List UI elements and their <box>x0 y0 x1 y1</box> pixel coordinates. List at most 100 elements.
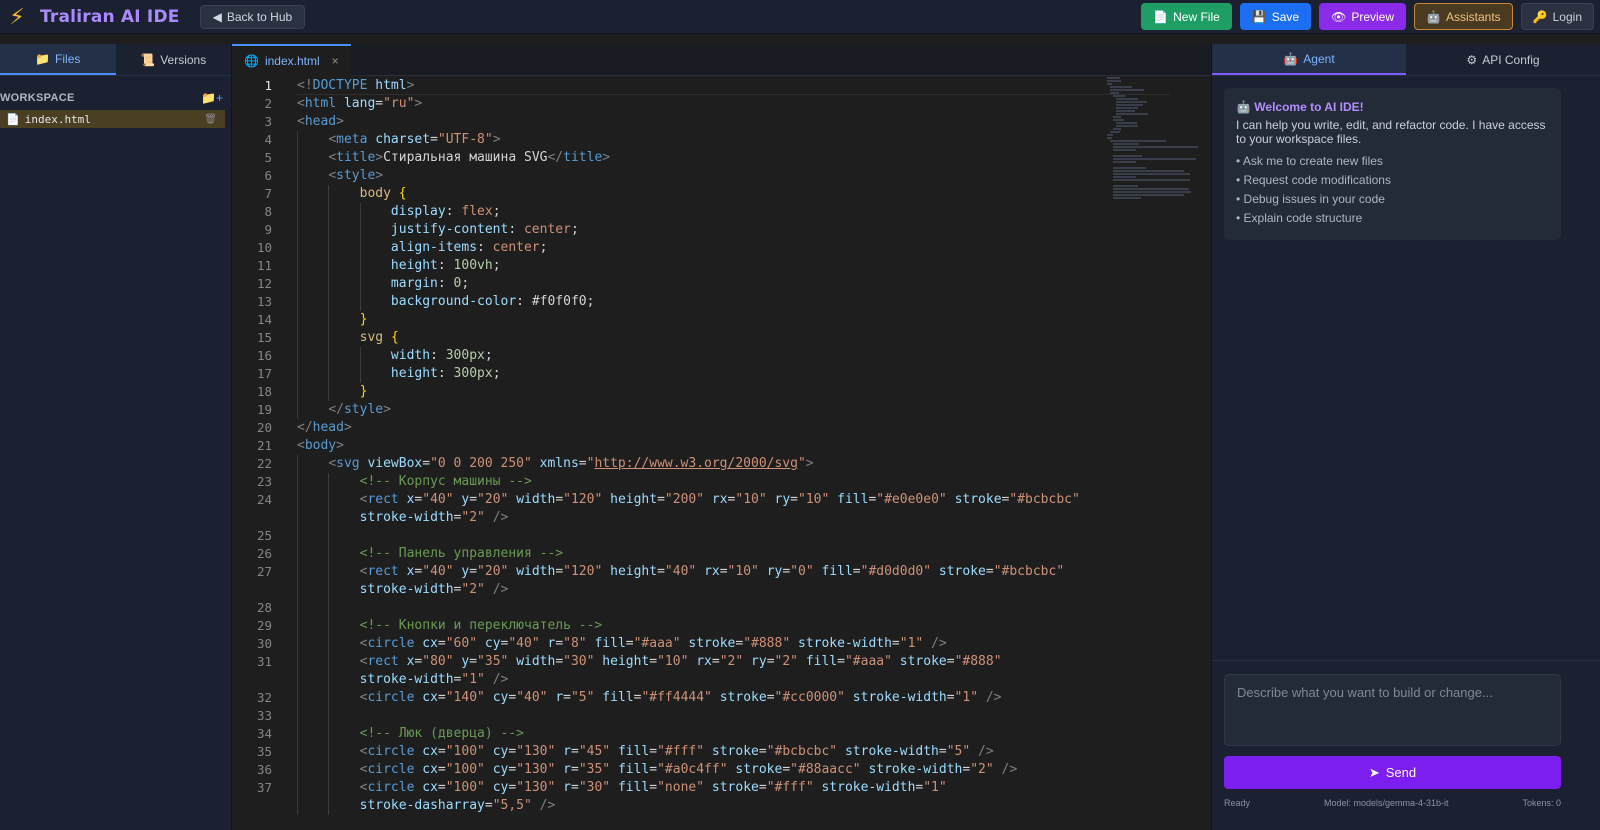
code-line[interactable]: <rect x="40" y="20" width="120" height="… <box>297 563 1102 581</box>
folder-plus-icon[interactable]: 📁+ <box>201 91 223 105</box>
code-token: { <box>390 330 399 345</box>
code-line[interactable]: <circle cx="100" cy="130" r="45" fill="#… <box>297 743 1102 761</box>
code-token: style <box>343 402 384 417</box>
document-icon: 📄 <box>1153 9 1169 24</box>
close-icon[interactable]: × <box>332 54 339 68</box>
trash-icon[interactable]: 🗑 <box>204 114 217 125</box>
code-token: circle <box>367 636 423 651</box>
minimap[interactable] <box>1107 77 1198 199</box>
code-line[interactable]: <circle cx="100" cy="130" r="30" fill="n… <box>297 779 1102 797</box>
code-token: = <box>555 654 564 669</box>
scroll-icon: 📜 <box>140 52 156 67</box>
assistants-button[interactable]: 🤖 Assistants <box>1414 3 1513 30</box>
code-line[interactable]: justify-content: center; <box>297 221 1102 239</box>
line-number: 24 <box>256 492 272 507</box>
code-token: "#bcbcbc" <box>993 564 1065 579</box>
code-line[interactable]: margin: 0; <box>297 275 1102 293</box>
code-line[interactable]: <circle cx="60" cy="40" r="8" fill="#aaa… <box>297 635 1102 653</box>
preview-button[interactable]: 👁 Preview <box>1319 3 1407 30</box>
code-line[interactable]: <svg viewBox="0 0 200 250" xmlns="http:/… <box>297 455 1102 473</box>
code-token: cx <box>422 690 438 705</box>
send-button[interactable]: ➤ Send <box>1224 756 1561 789</box>
code-line[interactable]: <html lang="ru"> <box>297 95 1102 113</box>
minimap-line <box>1113 95 1125 97</box>
code-line[interactable]: <!-- Корпус машины --> <box>297 473 1102 491</box>
file-item-index-html[interactable]: 📄 index.html 🗑 <box>0 110 225 128</box>
code-line[interactable]: } <box>297 311 1102 329</box>
line-number <box>232 671 272 689</box>
preview-label: Preview <box>1351 9 1395 24</box>
code-line[interactable]: height: 100vh; <box>297 257 1102 275</box>
code-token: < <box>328 456 337 471</box>
code-token: "140" <box>445 690 493 705</box>
code-token: "1" <box>461 672 493 687</box>
code-line[interactable]: </head> <box>297 419 1102 437</box>
chat-input[interactable]: Describe what you want to build or chang… <box>1224 674 1561 746</box>
code-token: title <box>336 150 376 165</box>
code-token: = <box>484 798 493 813</box>
code-line[interactable]: stroke-width="2" /> <box>297 581 1102 599</box>
code-line[interactable]: <!DOCTYPE html> <box>297 77 1170 95</box>
code-token: = <box>437 780 446 795</box>
tab-index-html[interactable]: 🌐 index.html × <box>232 44 351 76</box>
code-token: stroke-width <box>852 690 947 705</box>
code-token: "10" <box>798 492 838 507</box>
line-number: 18 <box>256 384 272 399</box>
code-line[interactable] <box>297 599 1102 617</box>
code-line[interactable] <box>297 527 1102 545</box>
code-line[interactable]: align-items: center; <box>297 239 1102 257</box>
code-editor[interactable]: 1 2 3 4 5 6 7 8 9 10 11 12 13 14 15 16 17 18 19 20 21 22 23 24 2… <box>232 77 1211 830</box>
code-token: = <box>469 654 478 669</box>
tab-versions[interactable]: 📜 Versions <box>116 44 232 75</box>
code-line[interactable]: <meta charset="UTF-8"> <box>297 131 1102 149</box>
line-number: 21 <box>256 438 272 453</box>
line-number: 13 <box>256 294 272 309</box>
tab-agent[interactable]: 🤖 Agent <box>1212 44 1406 75</box>
code-line[interactable]: height: 300px; <box>297 365 1102 383</box>
new-file-button[interactable]: 📄 New File <box>1141 3 1232 30</box>
code-line[interactable]: stroke-dasharray="5,5" /> <box>297 797 1102 815</box>
code-line[interactable]: <head> <box>297 113 1102 131</box>
code-token: "8" <box>563 636 595 651</box>
lightning-icon: ⚡ <box>9 3 25 29</box>
code-line[interactable]: <style> <box>297 167 1102 185</box>
tab-api-config[interactable]: ⚙ API Config <box>1406 44 1600 75</box>
code-token: stroke <box>899 654 947 669</box>
code-line[interactable]: <title>Стиральная машина SVG</title> <box>297 149 1102 167</box>
code-line[interactable]: body { <box>297 185 1102 203</box>
tab-files[interactable]: 📁 Files <box>0 44 116 75</box>
code-token: "#e0e0e0" <box>876 492 955 507</box>
code-line[interactable]: width: 300px; <box>297 347 1102 365</box>
code-line[interactable]: background-color: #f0f0f0; <box>297 293 1102 311</box>
code-token: stroke <box>711 780 759 795</box>
code-line[interactable]: display: flex; <box>297 203 1102 221</box>
code-line[interactable]: svg { <box>297 329 1102 347</box>
code-token: = <box>469 564 478 579</box>
code-line[interactable]: stroke-width="2" /> <box>297 509 1102 527</box>
login-button[interactable]: 🔑 Login <box>1520 3 1594 30</box>
code-line[interactable]: <!-- Люк (дверца) --> <box>297 725 1102 743</box>
code-line[interactable]: <body> <box>297 437 1102 455</box>
code-line[interactable]: <circle cx="140" cy="40" r="5" fill="#ff… <box>297 689 1102 707</box>
code-token: circle <box>367 780 423 795</box>
code-token: rx <box>704 564 720 579</box>
code-line[interactable]: stroke-width="1" /> <box>297 671 1102 689</box>
minimap-line <box>1116 101 1147 103</box>
code-line[interactable] <box>297 707 1102 725</box>
code-lines[interactable]: <!DOCTYPE html> <html lang="ru"> <head> <m… <box>297 77 1170 815</box>
code-line[interactable]: <!-- Кнопки и переключатель --> <box>297 617 1102 635</box>
code-token: stroke-width <box>798 636 892 651</box>
code-line[interactable]: </style> <box>297 401 1102 419</box>
code-token: "80" <box>422 654 462 669</box>
save-button[interactable]: 💾 Save <box>1239 3 1312 30</box>
code-line[interactable]: <rect x="80" y="35" width="30" height="1… <box>297 653 1102 671</box>
code-token: stroke <box>735 762 783 777</box>
code-token: "#aaa" <box>844 654 900 669</box>
code-token: title <box>563 150 603 165</box>
code-line[interactable]: <circle cx="100" cy="130" r="35" fill="#… <box>297 761 1102 779</box>
code-line[interactable]: <!-- Панель управления --> <box>297 545 1102 563</box>
code-line[interactable]: <rect x="40" y="20" width="120" height="… <box>297 491 1102 509</box>
code-line[interactable]: } <box>297 383 1102 401</box>
back-to-hub-button[interactable]: ◀ Back to Hub <box>199 4 306 29</box>
code-token: /> <box>492 510 509 525</box>
